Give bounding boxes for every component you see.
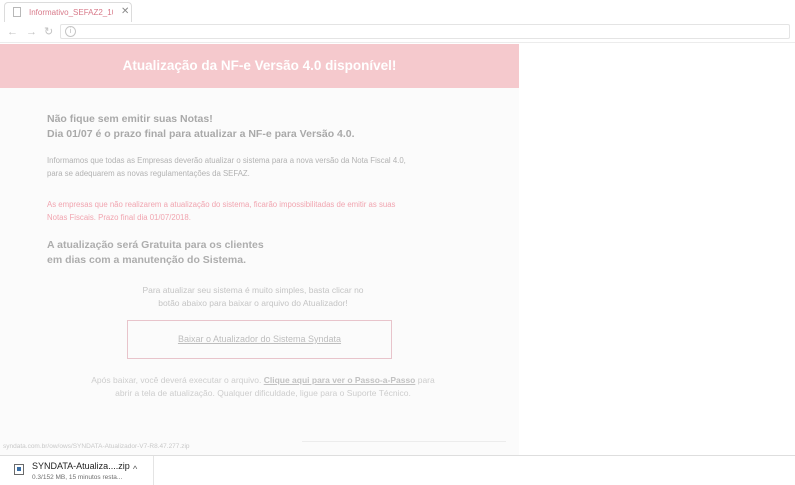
arrow-left-icon[interactable]: ← xyxy=(7,25,18,39)
instructions-line-2: botão abaixo para baixar o arquivo do At… xyxy=(158,297,348,308)
after-line-2: abrir a tela de atualização. Qualquer di… xyxy=(115,388,411,398)
address-bar[interactable]: i xyxy=(60,24,790,39)
download-file-name[interactable]: SYNDATA-Atualiza....zip xyxy=(32,461,130,472)
step-by-step-link[interactable]: Clique aqui para ver o Passo-a-Passo xyxy=(264,375,416,385)
reload-icon[interactable]: ↻ xyxy=(44,25,53,39)
free-line-2: em dias com a manutenção do Sistema. xyxy=(47,254,246,266)
warning-paragraph: As empresas que não realizarem a atualiz… xyxy=(47,198,487,224)
headline-line-2: Dia 01/07 é o prazo final para atualizar… xyxy=(47,128,355,140)
zip-file-icon xyxy=(14,464,24,475)
instructions: Para atualizar seu sistema é muito simpl… xyxy=(80,284,426,309)
info-line-1: Informamos que todas as Empresas deverão… xyxy=(47,156,406,165)
info-icon[interactable]: i xyxy=(65,26,76,37)
browser-tab[interactable]: Informativo_SEFAZ2_100 ✕ xyxy=(4,2,132,22)
warning-line-2: Notas Fiscais. Prazo final dia 01/07/201… xyxy=(47,213,191,222)
close-icon[interactable]: ✕ xyxy=(121,6,129,18)
after-download-text: Após baixar, você deverá executar o arqu… xyxy=(40,374,486,400)
after-text-before: Após baixar, você deverá executar o arqu… xyxy=(91,375,264,385)
download-item[interactable]: SYNDATA-Atualiza....zip 0.3/152 MB, 15 m… xyxy=(0,456,154,485)
tab-title: Informativo_SEFAZ2_100 xyxy=(29,8,113,17)
tab-strip: Informativo_SEFAZ2_100 ✕ xyxy=(0,0,795,23)
warning-line-1: As empresas que não realizarem a atualiz… xyxy=(47,200,396,209)
free-line-1: A atualização será Gratuita para os clie… xyxy=(47,239,264,251)
after-text-after: para xyxy=(415,375,435,385)
download-updater-label[interactable]: Baixar o Atualizador do Sistema Syndata xyxy=(128,321,391,358)
free-update-notice: A atualização será Gratuita para os clie… xyxy=(47,238,507,268)
headline-line-1: Não fique sem emitir suas Notas! xyxy=(47,113,213,125)
after-line-1: Após baixar, você deverá executar o arqu… xyxy=(40,374,486,387)
instructions-line-1: Para atualizar seu sistema é muito simpl… xyxy=(142,285,364,295)
banner-title: Atualização da NF-e Versão 4.0 disponíve… xyxy=(122,58,397,73)
download-updater-button[interactable]: Baixar o Atualizador do Sistema Syndata xyxy=(127,320,392,359)
chevron-up-icon[interactable]: ^ xyxy=(133,464,137,475)
content-area: Não fique sem emitir suas Notas! Dia 01/… xyxy=(0,88,519,455)
divider xyxy=(302,441,506,442)
info-paragraph: Informamos que todas as Empresas deverão… xyxy=(47,154,487,180)
headline: Não fique sem emitir suas Notas! Dia 01/… xyxy=(47,112,507,142)
browser-toolbar: ← → ↻ i xyxy=(0,22,795,43)
download-status: 0.3/152 MB, 15 minutos resta... xyxy=(32,474,123,481)
page-viewport: Atualização da NF-e Versão 4.0 disponíve… xyxy=(0,43,795,455)
arrow-right-icon[interactable]: → xyxy=(26,25,37,39)
page-icon xyxy=(13,7,21,17)
status-bar-url: syndata.com.br/ow/ows/SYNDATA-Atualizado… xyxy=(3,443,190,450)
info-line-2: para se adequarem as novas regulamentaçõ… xyxy=(47,169,250,178)
download-shelf: SYNDATA-Atualiza....zip 0.3/152 MB, 15 m… xyxy=(0,455,795,485)
banner: Atualização da NF-e Versão 4.0 disponíve… xyxy=(0,44,519,88)
